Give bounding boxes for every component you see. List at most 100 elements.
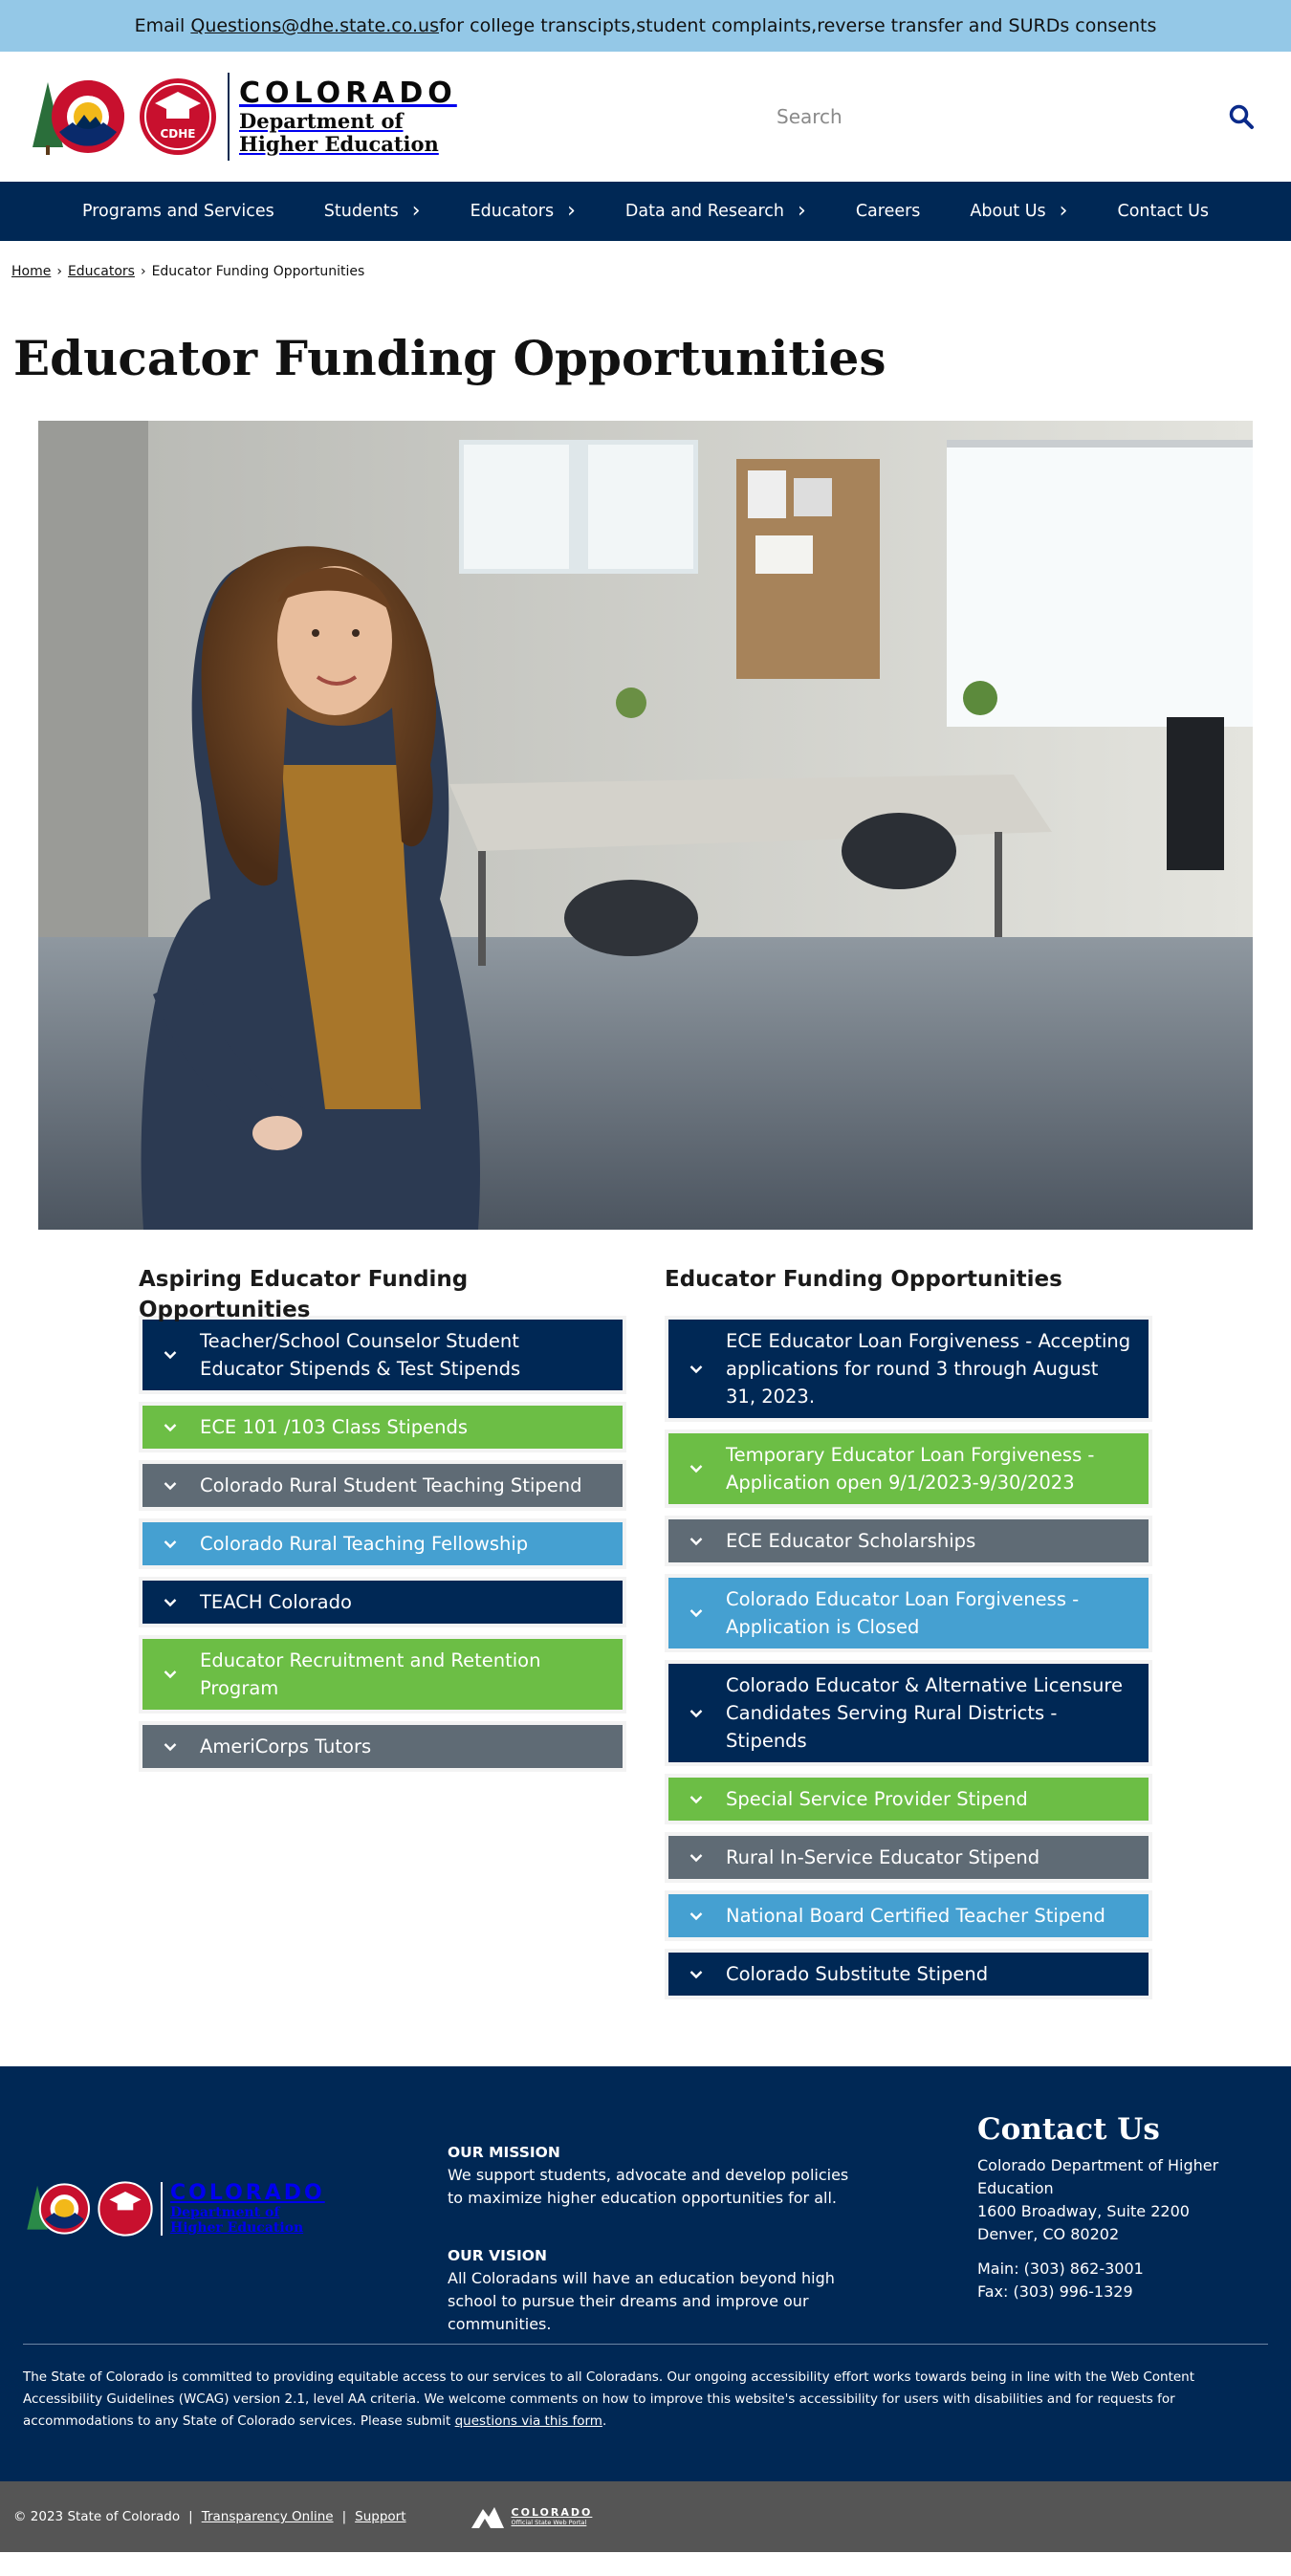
breadcrumb-educators[interactable]: Educators [68, 264, 135, 279]
portal-title: COLORADO [511, 2505, 593, 2519]
educator-accordion-list: ECE Educator Loan Forgiveness - Acceptin… [665, 1316, 1152, 2015]
support-link[interactable]: Support [355, 2509, 405, 2524]
contact-org: Colorado Department of Higher Education [977, 2156, 1219, 2197]
accessibility-statement: The State of Colorado is committed to pr… [23, 2367, 1266, 2433]
logo-badge-text: CDHE [160, 127, 195, 141]
nav-item-label: Data and Research [624, 202, 784, 221]
accordion-label: Colorado Educator & Alternative Licensur… [726, 1674, 1123, 1752]
accordion-item[interactable]: ECE Educator Scholarships [668, 1519, 1149, 1562]
contact-fax: Fax: (303) 996-1329 [977, 2282, 1133, 2301]
search-bar [765, 88, 1262, 145]
accordion-item[interactable]: TEACH Colorado [142, 1581, 623, 1624]
nav-item-data-and-research[interactable]: Data and Research › [601, 182, 831, 241]
nav-item-label: Contact Us [1117, 202, 1210, 221]
chevron-down-icon [689, 1464, 705, 1474]
accordion-item[interactable]: Teacher/School Counselor Student Educato… [142, 1320, 623, 1390]
chevron-down-icon [689, 1364, 705, 1374]
footer-cdhe-badge-icon [98, 2181, 153, 2237]
pipe-separator: | [341, 2509, 347, 2524]
nav-item-programs-and-services[interactable]: Programs and Services [57, 182, 299, 241]
logo-divider [228, 73, 230, 161]
portal-subtitle: Official State Web Portal [511, 2518, 587, 2526]
footer-logo-divider [161, 2182, 163, 2236]
copyright-text: © 2023 State of Colorado [13, 2509, 181, 2524]
accordion-label: AmeriCorps Tutors [200, 1736, 372, 1757]
nav-item-about-us[interactable]: About Us › [945, 182, 1092, 241]
footer-logo-title: COLORADO [170, 2181, 325, 2205]
chevron-down-icon [164, 1423, 179, 1432]
accordion-label: Colorado Substitute Stipend [726, 1963, 989, 1985]
nav-item-educators[interactable]: Educators › [446, 182, 601, 241]
chevron-down-icon [689, 1537, 705, 1546]
nav-item-label: Educators [470, 202, 555, 221]
contact-city: Denver, CO 80202 [977, 2225, 1120, 2243]
logo-line2: Higher Education [239, 132, 439, 156]
chevron-down-icon [689, 1795, 705, 1804]
chevron-right-icon: › [567, 199, 576, 223]
accordion-item[interactable]: National Board Certified Teacher Stipend [668, 1894, 1149, 1937]
main-nav-list: Programs and Services Students › Educators ›… [57, 182, 1234, 241]
accordion-item[interactable]: Colorado Rural Student Teaching Stipend [142, 1464, 623, 1507]
alert-suffix: for college transcipts,student complaint… [438, 15, 1157, 36]
accordion-label: Special Service Provider Stipend [726, 1788, 1028, 1810]
nav-item-label: Students [323, 202, 399, 221]
accordion-label: ECE Educator Loan Forgiveness - Acceptin… [726, 1330, 1131, 1408]
accordion-label: ECE 101 /103 Class Stipends [200, 1416, 469, 1438]
transparency-online-link[interactable]: Transparency Online [202, 2509, 334, 2524]
breadcrumb-current: Educator Funding Opportunities [151, 264, 365, 279]
accordion-item[interactable]: Colorado Substitute Stipend [668, 1953, 1149, 1996]
vision-block: OUR VISION All Coloradans will have an e… [448, 2244, 859, 2336]
vision-heading: OUR VISION [448, 2247, 547, 2264]
bottom-bar: © 2023 State of Colorado | Transparency … [0, 2481, 1291, 2552]
vision-text: All Coloradans will have an education be… [448, 2269, 835, 2333]
footer-logo-link[interactable]: COLORADO Department of Higher Education [23, 2179, 325, 2238]
accordion-item[interactable]: AmeriCorps Tutors [142, 1725, 623, 1768]
alert-email-link[interactable]: Questions@dhe.state.co.us [190, 15, 439, 36]
nav-item-label: About Us [970, 202, 1046, 221]
chevron-down-icon [689, 1608, 705, 1618]
accordion-label: Rural In-Service Educator Stipend [726, 1846, 1040, 1868]
logo-line1: Department of [239, 109, 404, 133]
search-button[interactable] [1220, 96, 1262, 138]
nav-item-label: Careers [855, 202, 921, 221]
accordion-item[interactable]: Colorado Educator Loan Forgiveness - App… [668, 1578, 1149, 1648]
accordion-label: ECE Educator Scholarships [726, 1530, 976, 1552]
chevron-down-icon [689, 1970, 705, 1979]
mission-heading: OUR MISSION [448, 2144, 560, 2161]
state-portal-logo-link[interactable]: COLORADO Official State Web Portal [470, 2503, 593, 2530]
breadcrumb-home[interactable]: Home [11, 264, 51, 279]
accordion-item[interactable]: Temporary Educator Loan Forgiveness - Ap… [668, 1433, 1149, 1504]
nav-item-students[interactable]: Students › [299, 182, 446, 241]
footer-logo-wordmark: COLORADO Department of Higher Education [170, 2181, 325, 2237]
accessibility-form-link[interactable]: questions via this form [455, 2413, 602, 2429]
accordion-label: TEACH Colorado [200, 1591, 352, 1613]
footer-logo-line1: Department of [170, 2205, 280, 2220]
chevron-down-icon [689, 1709, 705, 1718]
footer-mission-vision: OUR MISSION We support students, advocat… [448, 2141, 859, 2336]
accordion-item[interactable]: Special Service Provider Stipend [668, 1778, 1149, 1821]
footer-divider [23, 2344, 1268, 2345]
site-footer: COLORADO Department of Higher Education … [0, 2066, 1291, 2481]
search-input[interactable] [765, 105, 1186, 128]
cdhe-logo-link[interactable]: CDHE COLORADO Department of Higher Educa… [27, 73, 457, 161]
alert-prefix: Email [134, 15, 186, 36]
nav-item-careers[interactable]: Careers [831, 182, 946, 241]
accordion-item[interactable]: ECE Educator Loan Forgiveness - Acceptin… [668, 1320, 1149, 1418]
accordion-item[interactable]: Educator Recruitment and Retention Progr… [142, 1639, 623, 1710]
contact-main-phone: Main: (303) 862-3001 [977, 2259, 1144, 2278]
site-header: CDHE COLORADO Department of Higher Educa… [0, 52, 1291, 182]
funding-columns: Aspiring Educator Funding Opportunities … [0, 1264, 1291, 2015]
accordion-item[interactable]: Colorado Educator & Alternative Licensur… [668, 1664, 1149, 1762]
logo-title: COLORADO [239, 76, 457, 110]
accordion-item[interactable]: Rural In-Service Educator Stipend [668, 1836, 1149, 1879]
accordion-item[interactable]: ECE 101 /103 Class Stipends [142, 1406, 623, 1449]
nav-item-contact-us[interactable]: Contact Us [1092, 182, 1234, 241]
contact-street: 1600 Broadway, Suite 2200 [977, 2202, 1190, 2220]
accordion-item[interactable]: Colorado Rural Teaching Fellowship [142, 1522, 623, 1565]
alert-banner: Email Questions@dhe.state.co.us for coll… [0, 0, 1291, 52]
chevron-down-icon [689, 1853, 705, 1863]
aspiring-accordion-list: Teacher/School Counselor Student Educato… [139, 1316, 626, 1787]
state-portal-wordmark: COLORADO Official State Web Portal [511, 2505, 593, 2527]
chevron-down-icon [164, 1350, 179, 1360]
accessibility-text: The State of Colorado is committed to pr… [23, 2369, 1195, 2429]
